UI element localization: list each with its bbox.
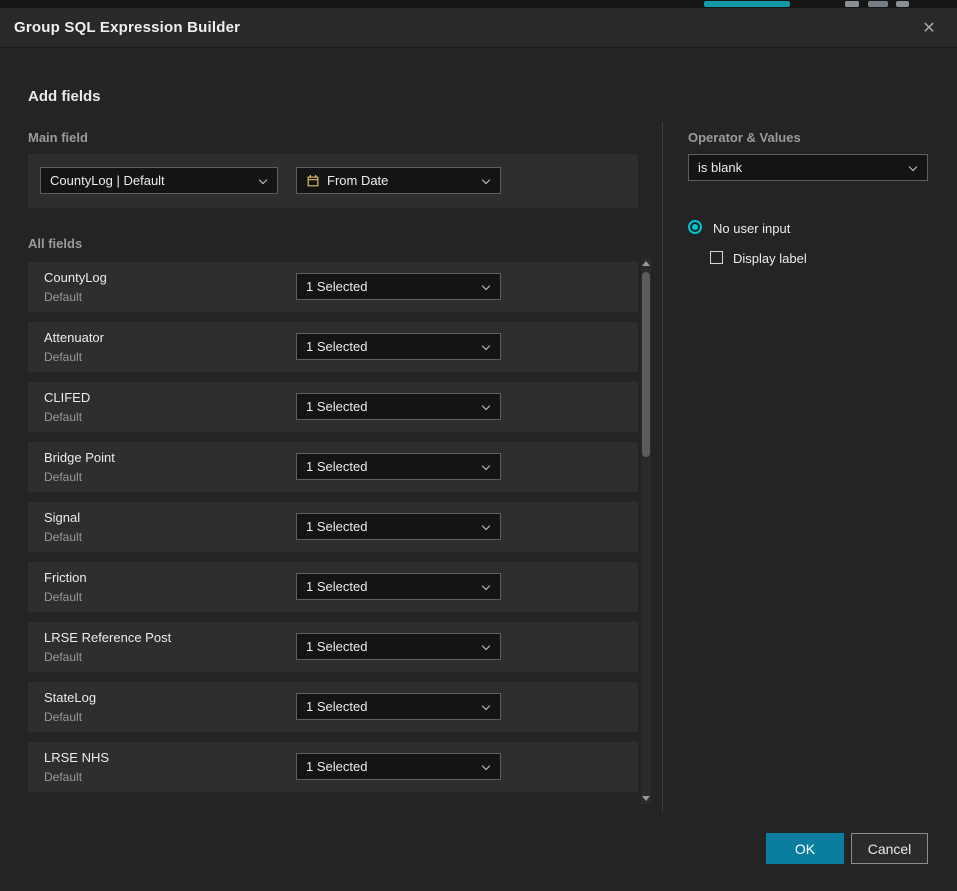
field-subtitle: Default (44, 590, 82, 604)
add-fields-heading: Add fields (28, 88, 101, 105)
field-selection-dropdown[interactable]: 1 Selected (296, 273, 501, 300)
scroll-down-icon[interactable] (642, 796, 650, 801)
field-name: Attenuator (44, 330, 104, 345)
chevron-down-icon (482, 462, 491, 471)
panel-divider (662, 122, 663, 812)
field-row: CLIFED Default 1 Selected (28, 382, 638, 432)
obscured-background-content (704, 1, 790, 7)
field-name: Signal (44, 510, 80, 525)
field-selection-dropdown[interactable]: 1 Selected (296, 333, 501, 360)
field-row: LRSE Reference Post Default 1 Selected (28, 622, 638, 672)
field-row: CountyLog Default 1 Selected (28, 262, 638, 312)
operator-values-heading: Operator & Values (688, 130, 801, 145)
field-row: StateLog Default 1 Selected (28, 682, 638, 732)
field-name: StateLog (44, 690, 96, 705)
close-icon[interactable]: ✕ (915, 8, 943, 48)
chevron-down-icon (482, 176, 491, 185)
scroll-up-icon[interactable] (642, 261, 650, 266)
field-name: Bridge Point (44, 450, 115, 465)
operator-value: is blank (698, 160, 742, 175)
field-row: Signal Default 1 Selected (28, 502, 638, 552)
ok-button[interactable]: OK (766, 833, 844, 864)
obscured-background-icon (868, 1, 888, 7)
field-name: CountyLog (44, 270, 107, 285)
calendar-icon (306, 174, 320, 188)
selected-count-label: 1 Selected (306, 639, 367, 654)
field-name: LRSE Reference Post (44, 630, 171, 645)
selected-count-label: 1 Selected (306, 399, 367, 414)
field-selection-dropdown[interactable]: 1 Selected (296, 573, 501, 600)
chevron-down-icon (482, 702, 491, 711)
chevron-down-icon (482, 762, 491, 771)
field-subtitle: Default (44, 350, 82, 364)
field-row: LRSE NHS Default 1 Selected (28, 742, 638, 792)
field-subtitle: Default (44, 470, 82, 484)
field-selection-dropdown[interactable]: 1 Selected (296, 393, 501, 420)
chevron-down-icon (259, 176, 268, 185)
selected-count-label: 1 Selected (306, 519, 367, 534)
chevron-down-icon (482, 342, 491, 351)
dialog-title: Group SQL Expression Builder (14, 19, 240, 36)
field-subtitle: Default (44, 530, 82, 544)
field-subtitle: Default (44, 290, 82, 304)
display-label-label[interactable]: Display label (733, 251, 807, 266)
chevron-down-icon (482, 402, 491, 411)
field-subtitle: Default (44, 650, 82, 664)
no-user-input-label[interactable]: No user input (713, 221, 790, 236)
field-name: LRSE NHS (44, 750, 109, 765)
obscured-background-icon (845, 1, 859, 7)
main-field-source-dropdown[interactable]: CountyLog | Default (40, 167, 278, 194)
chevron-down-icon (482, 282, 491, 291)
scrollbar[interactable] (641, 258, 651, 804)
selected-count-label: 1 Selected (306, 579, 367, 594)
field-subtitle: Default (44, 410, 82, 424)
main-field-date-value: From Date (327, 173, 388, 188)
selected-count-label: 1 Selected (306, 459, 367, 474)
selected-count-label: 1 Selected (306, 339, 367, 354)
selected-count-label: 1 Selected (306, 759, 367, 774)
field-row: Friction Default 1 Selected (28, 562, 638, 612)
scrollbar-thumb[interactable] (642, 272, 650, 457)
chevron-down-icon (909, 163, 918, 172)
obscured-background-icon (896, 1, 909, 7)
chevron-down-icon (482, 582, 491, 591)
field-subtitle: Default (44, 710, 82, 724)
field-selection-dropdown[interactable]: 1 Selected (296, 753, 501, 780)
cancel-button[interactable]: Cancel (851, 833, 928, 864)
field-selection-dropdown[interactable]: 1 Selected (296, 513, 501, 540)
chevron-down-icon (482, 522, 491, 531)
selected-count-label: 1 Selected (306, 279, 367, 294)
main-field-label: Main field (28, 130, 88, 145)
chevron-down-icon (482, 642, 491, 651)
all-fields-label: All fields (28, 236, 82, 251)
field-selection-dropdown[interactable]: 1 Selected (296, 633, 501, 660)
group-sql-expression-builder-dialog: Group SQL Expression Builder ✕ Add field… (0, 8, 957, 891)
field-name: CLIFED (44, 390, 90, 405)
no-user-input-radio[interactable] (688, 220, 702, 234)
field-row: Bridge Point Default 1 Selected (28, 442, 638, 492)
field-selection-dropdown[interactable]: 1 Selected (296, 693, 501, 720)
field-selection-dropdown[interactable]: 1 Selected (296, 453, 501, 480)
main-field-date-dropdown[interactable]: From Date (296, 167, 501, 194)
field-subtitle: Default (44, 770, 82, 784)
main-field-source-value: CountyLog | Default (50, 173, 165, 188)
selected-count-label: 1 Selected (306, 699, 367, 714)
dialog-header: Group SQL Expression Builder ✕ (0, 8, 957, 48)
display-label-checkbox[interactable] (710, 251, 723, 264)
operator-dropdown[interactable]: is blank (688, 154, 928, 181)
field-name: Friction (44, 570, 87, 585)
field-row: Attenuator Default 1 Selected (28, 322, 638, 372)
screen: Group SQL Expression Builder ✕ Add field… (0, 0, 957, 891)
main-field-panel: CountyLog | Default From Date (28, 154, 638, 208)
